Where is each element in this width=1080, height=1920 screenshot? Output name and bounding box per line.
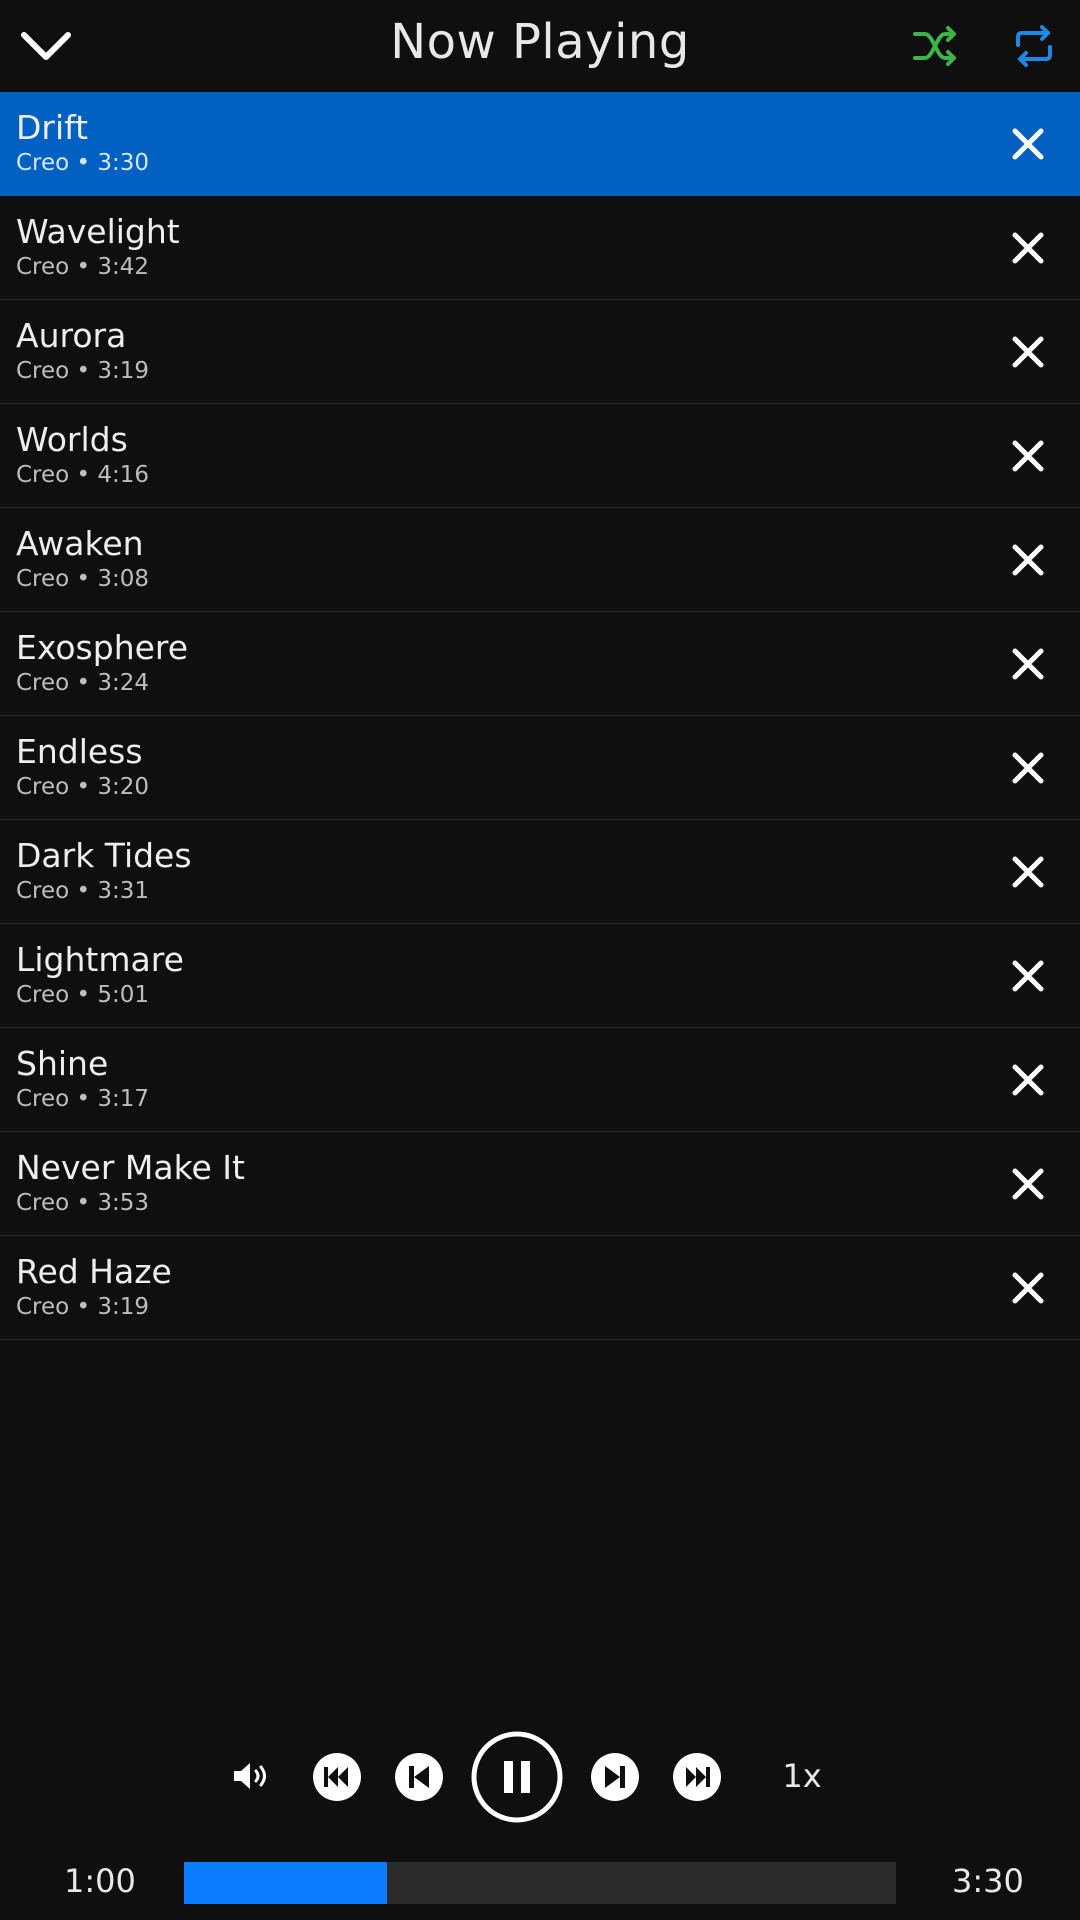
queue-row[interactable]: Worlds Creo • 4:16	[0, 404, 1080, 508]
close-icon	[1012, 856, 1044, 888]
song-artist-duration: Creo • 3:24	[16, 670, 150, 696]
song-artist-duration: Creo • 3:31	[16, 878, 150, 904]
close-icon	[1012, 1272, 1044, 1304]
next-track-button[interactable]	[590, 1752, 640, 1802]
header-bar: Now Playing	[0, 0, 1080, 92]
song-artist-duration: Creo • 3:19	[16, 1294, 150, 1320]
skip-to-start-button[interactable]	[312, 1752, 362, 1802]
song-title: Drift	[16, 108, 89, 147]
progress-fill	[184, 1862, 388, 1904]
queue-row[interactable]: Red Haze Creo • 3:19	[0, 1236, 1080, 1340]
total-time: 3:30	[952, 1862, 1024, 1900]
skip-to-end-button[interactable]	[672, 1752, 722, 1802]
queue-list: Drift Creo • 3:30 Wavelight Creo • 3:42 Auro…	[0, 92, 1080, 1340]
remove-from-queue-button[interactable]	[998, 1262, 1058, 1314]
remove-from-queue-button[interactable]	[998, 430, 1058, 482]
skip-to-start-icon	[313, 1753, 361, 1801]
song-title: Never Make It	[16, 1148, 245, 1187]
close-icon	[1012, 128, 1044, 160]
remove-from-queue-button[interactable]	[998, 950, 1058, 1002]
close-icon	[1012, 648, 1044, 680]
queue-row[interactable]: Wavelight Creo • 3:42	[0, 196, 1080, 300]
queue-row[interactable]: Dark Tides Creo • 3:31	[0, 820, 1080, 924]
remove-from-queue-button[interactable]	[998, 118, 1058, 170]
song-artist-duration: Creo • 3:20	[16, 774, 150, 800]
song-artist-duration: Creo • 3:42	[16, 254, 150, 280]
queue-row[interactable]: Awaken Creo • 3:08	[0, 508, 1080, 612]
close-icon	[1012, 232, 1044, 264]
volume-icon	[234, 1763, 266, 1789]
previous-track-button[interactable]	[394, 1752, 444, 1802]
queue-row[interactable]: Aurora Creo • 3:19	[0, 300, 1080, 404]
shuffle-icon	[913, 26, 956, 66]
playback-speed-button[interactable]: 1x	[776, 1754, 828, 1798]
song-artist-duration: Creo • 3:17	[16, 1086, 150, 1112]
queue-row[interactable]: Shine Creo • 3:17	[0, 1028, 1080, 1132]
queue-row[interactable]: Drift Creo • 3:30	[0, 92, 1080, 196]
remove-from-queue-button[interactable]	[998, 534, 1058, 586]
remove-from-queue-button[interactable]	[998, 222, 1058, 274]
remove-from-queue-button[interactable]	[998, 742, 1058, 794]
repeat-button[interactable]	[1006, 18, 1062, 74]
queue-row[interactable]: Exosphere Creo • 3:24	[0, 612, 1080, 716]
skip-to-end-icon	[673, 1753, 721, 1801]
song-title: Aurora	[16, 316, 127, 355]
song-artist-duration: Creo • 3:30	[16, 150, 150, 176]
song-artist-duration: Creo • 4:16	[16, 462, 150, 488]
close-icon	[1012, 1168, 1044, 1200]
close-icon	[1012, 336, 1044, 368]
close-icon	[1012, 440, 1044, 472]
queue-row[interactable]: Endless Creo • 3:20	[0, 716, 1080, 820]
remove-from-queue-button[interactable]	[998, 1158, 1058, 1210]
elapsed-time: 1:00	[64, 1862, 136, 1900]
song-title: Wavelight	[16, 212, 180, 251]
song-artist-duration: Creo • 3:53	[16, 1190, 150, 1216]
repeat-icon	[1016, 25, 1052, 67]
queue-row[interactable]: Lightmare Creo • 5:01	[0, 924, 1080, 1028]
play-pause-button[interactable]	[470, 1730, 564, 1824]
song-artist-duration: Creo • 5:01	[16, 982, 150, 1008]
volume-button[interactable]	[230, 1754, 274, 1798]
song-title: Awaken	[16, 524, 144, 563]
remove-from-queue-button[interactable]	[998, 638, 1058, 690]
remove-from-queue-button[interactable]	[998, 1054, 1058, 1106]
song-title: Dark Tides	[16, 836, 192, 875]
shuffle-button[interactable]	[908, 18, 964, 74]
song-title: Worlds	[16, 420, 128, 459]
close-icon	[1012, 752, 1044, 784]
remove-from-queue-button[interactable]	[998, 326, 1058, 378]
close-icon	[1012, 544, 1044, 576]
song-title: Shine	[16, 1044, 109, 1083]
song-title: Lightmare	[16, 940, 184, 979]
close-icon	[1012, 1064, 1044, 1096]
remove-from-queue-button[interactable]	[998, 846, 1058, 898]
next-track-icon	[591, 1753, 639, 1801]
song-artist-duration: Creo • 3:19	[16, 358, 150, 384]
song-title: Exosphere	[16, 628, 189, 667]
close-icon	[1012, 960, 1044, 992]
song-artist-duration: Creo • 3:08	[16, 566, 150, 592]
song-title: Red Haze	[16, 1252, 172, 1291]
previous-track-icon	[395, 1753, 443, 1801]
pause-icon	[471, 1731, 563, 1823]
queue-row[interactable]: Never Make It Creo • 3:53	[0, 1132, 1080, 1236]
progress-bar[interactable]	[184, 1862, 896, 1904]
song-title: Endless	[16, 732, 143, 771]
